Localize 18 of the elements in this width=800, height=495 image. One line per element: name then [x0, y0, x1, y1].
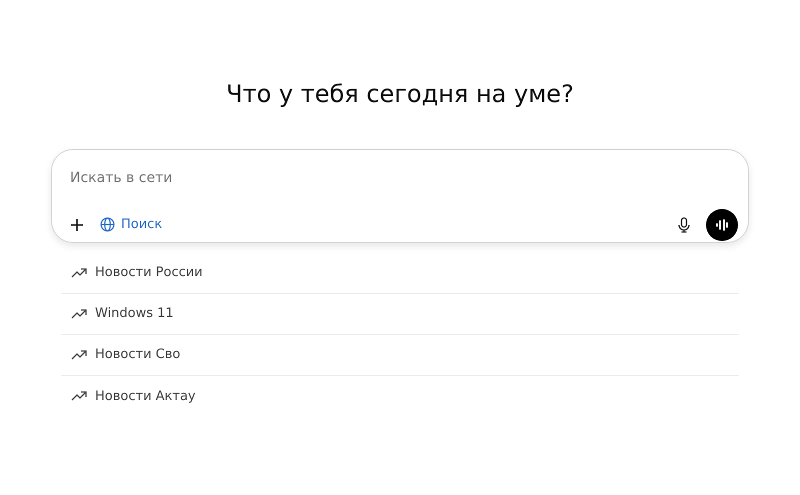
suggestion-item[interactable]: Windows 11: [61, 294, 739, 335]
globe-icon: [100, 217, 115, 232]
suggestion-item[interactable]: Новости Сво: [61, 334, 739, 376]
plus-icon: [70, 218, 84, 232]
suggestion-item[interactable]: Новости Актау: [61, 376, 739, 417]
voice-button[interactable]: [706, 208, 738, 241]
microphone-icon: [678, 216, 690, 233]
trending-icon: [71, 308, 87, 319]
trending-icon: [71, 391, 87, 402]
search-field[interactable]: Искать в сети Поиск: [51, 148, 749, 243]
microphone-button[interactable]: [678, 216, 690, 233]
add-button[interactable]: [70, 218, 84, 232]
sound-wave-icon: [715, 218, 729, 231]
heading: Что у тебя сегодня на уме?: [225, 80, 575, 109]
search-toggle[interactable]: Поиск: [100, 215, 162, 235]
trending-icon: [71, 350, 87, 360]
suggestion-item[interactable]: Новости России: [61, 252, 739, 294]
trending-icon: [71, 268, 87, 278]
